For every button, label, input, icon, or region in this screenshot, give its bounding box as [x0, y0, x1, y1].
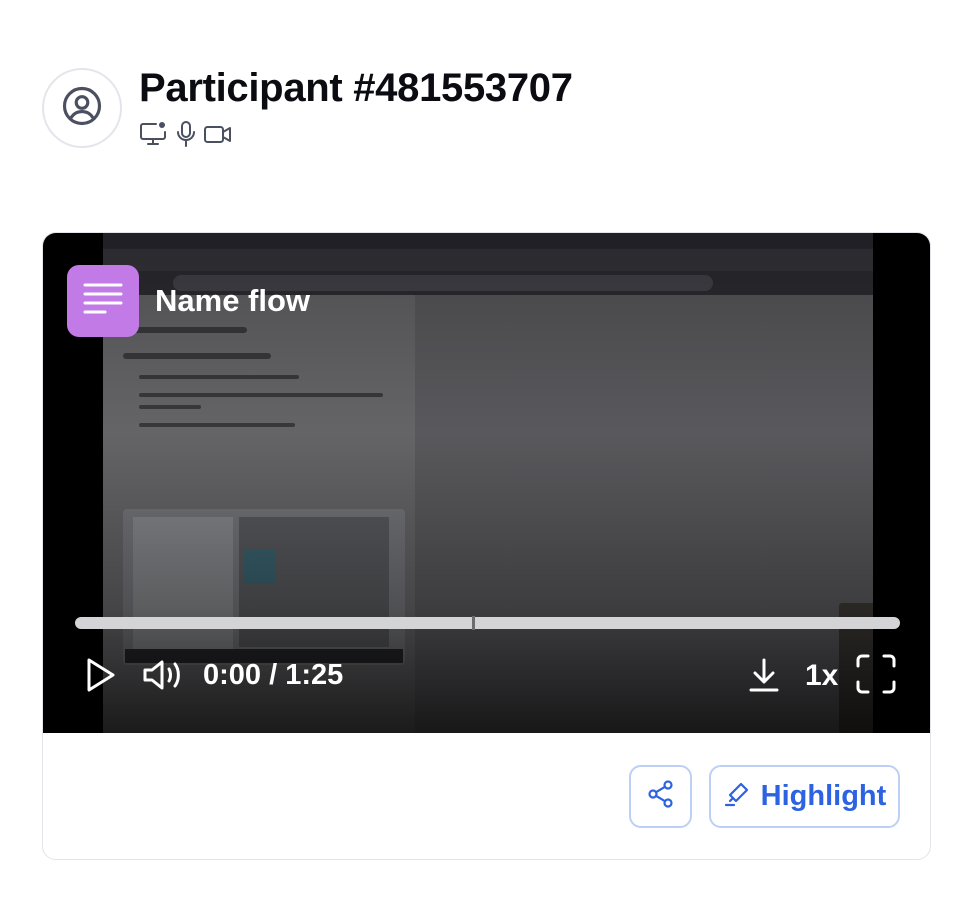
recording-devices: [139, 120, 233, 148]
progress-bar[interactable]: [75, 617, 900, 629]
highlight-label: Highlight: [760, 780, 887, 812]
play-button[interactable]: [83, 657, 119, 697]
fullscreen-button[interactable]: [855, 654, 897, 699]
text-lines-icon: [83, 281, 123, 322]
download-icon: [748, 657, 780, 698]
participant-header: Participant #481553707: [42, 66, 922, 150]
play-icon: [85, 657, 117, 698]
fullscreen-icon: [856, 654, 896, 699]
download-button[interactable]: [747, 657, 781, 697]
avatar: [42, 68, 122, 148]
user-circle-icon: [61, 85, 103, 132]
task-label: Name flow: [155, 283, 311, 318]
page-title: Participant #481553707: [139, 66, 573, 110]
video-player[interactable]: Name flow 0:00 / 1:25 1x: [43, 233, 930, 733]
task-icon: [67, 265, 139, 337]
share-icon: [646, 779, 676, 814]
highlight-button[interactable]: Highlight: [709, 765, 900, 828]
microphone-icon: [175, 120, 197, 148]
time-display: 0:00 / 1:25: [203, 659, 344, 691]
recording-card: Name flow 0:00 / 1:25 1x Highlight: [42, 232, 931, 860]
video-camera-icon: [203, 120, 233, 148]
volume-button[interactable]: [141, 657, 185, 697]
progress-marker[interactable]: [472, 616, 475, 630]
volume-icon: [142, 657, 184, 698]
playback-speed-button[interactable]: 1x: [805, 659, 838, 693]
highlighter-icon: [723, 780, 751, 813]
share-button[interactable]: [629, 765, 692, 828]
screen-share-icon: [139, 120, 169, 148]
